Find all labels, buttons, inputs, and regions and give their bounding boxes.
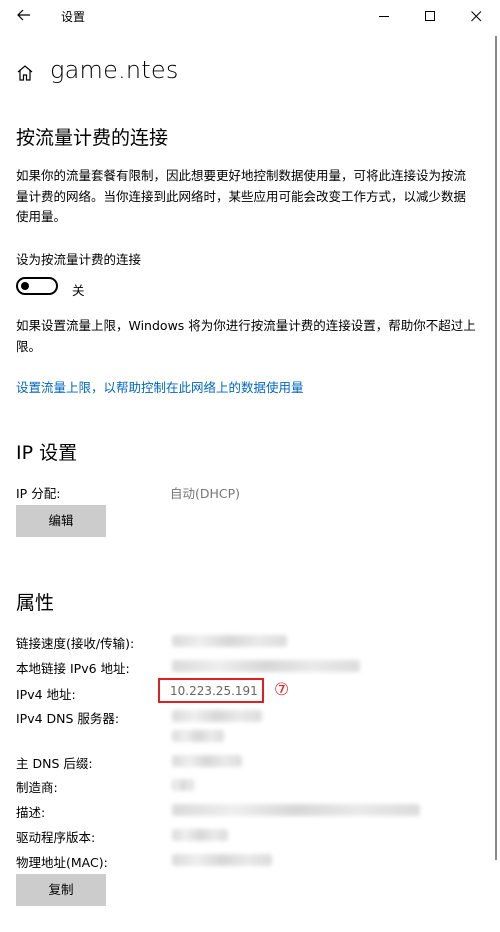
redacted-value (172, 829, 228, 841)
data-limit-note: 如果设置流量上限，Windows 将为你进行按流量计费的连接设置，帮助你不超过上… (16, 318, 476, 354)
properties-heading: 属性 (16, 592, 55, 614)
ip-assignment-label: IP 分配: (16, 486, 61, 501)
prop-label-manufacturer: 制造商: (16, 780, 58, 795)
title-bar: 设置 (0, 0, 500, 32)
redacted-value (172, 635, 287, 647)
highlight-box (158, 678, 264, 703)
redacted-value (172, 710, 262, 722)
toggle-knob (21, 282, 29, 290)
home-icon[interactable] (16, 64, 34, 82)
back-arrow-icon (17, 9, 30, 21)
prop-label-ipv4-dns: IPv4 DNS 服务器: (16, 711, 120, 726)
ip-assignment-value: 自动(DHCP) (170, 486, 241, 501)
redacted-value (172, 779, 194, 791)
redacted-value (172, 804, 420, 816)
edit-button[interactable]: 编辑 (16, 505, 106, 537)
close-icon (471, 11, 482, 22)
back-button[interactable] (6, 0, 42, 32)
prop-label-dns-suffix: 主 DNS 后缀: (16, 756, 93, 771)
prop-label-link-speed: 链接速度(接收/传输): (16, 636, 135, 651)
prop-label-ipv6: 本地链接 IPv6 地址: (16, 661, 130, 676)
minimize-icon (379, 16, 389, 17)
redacted-value (172, 730, 224, 742)
minimize-button[interactable] (361, 0, 407, 32)
metered-toggle[interactable] (16, 277, 58, 295)
set-data-limit-link[interactable]: 设置流量上限，以帮助控制在此网络上的数据使用量 (16, 377, 304, 396)
redacted-value (172, 854, 272, 866)
close-button[interactable] (453, 0, 499, 32)
prop-label-ipv4: IPv4 地址: (16, 687, 76, 702)
redacted-value (172, 755, 242, 767)
toggle-state-text: 关 (72, 283, 85, 298)
metered-toggle-label: 设为按流量计费的连接 (16, 252, 142, 267)
metered-description: 如果你的流量套餐有限制，因此想要更好地控制数据使用量，可将此连接设为按流量计费的… (16, 168, 467, 224)
ip-settings-heading: IP 设置 (16, 442, 78, 464)
annotation-marker: ⑦ (274, 680, 290, 700)
window-title: 设置 (61, 10, 86, 24)
maximize-icon (425, 11, 435, 21)
prop-label-mac: 物理地址(MAC): (16, 855, 108, 870)
page-title: game.ntes (50, 56, 179, 84)
prop-label-driver-version: 驱动程序版本: (16, 830, 96, 845)
maximize-button[interactable] (407, 0, 453, 32)
copy-button[interactable]: 复制 (16, 874, 106, 906)
metered-heading: 按流量计费的连接 (16, 127, 169, 149)
scrollbar[interactable] (495, 36, 497, 860)
redacted-value (172, 660, 360, 672)
prop-label-description: 描述: (16, 805, 46, 820)
